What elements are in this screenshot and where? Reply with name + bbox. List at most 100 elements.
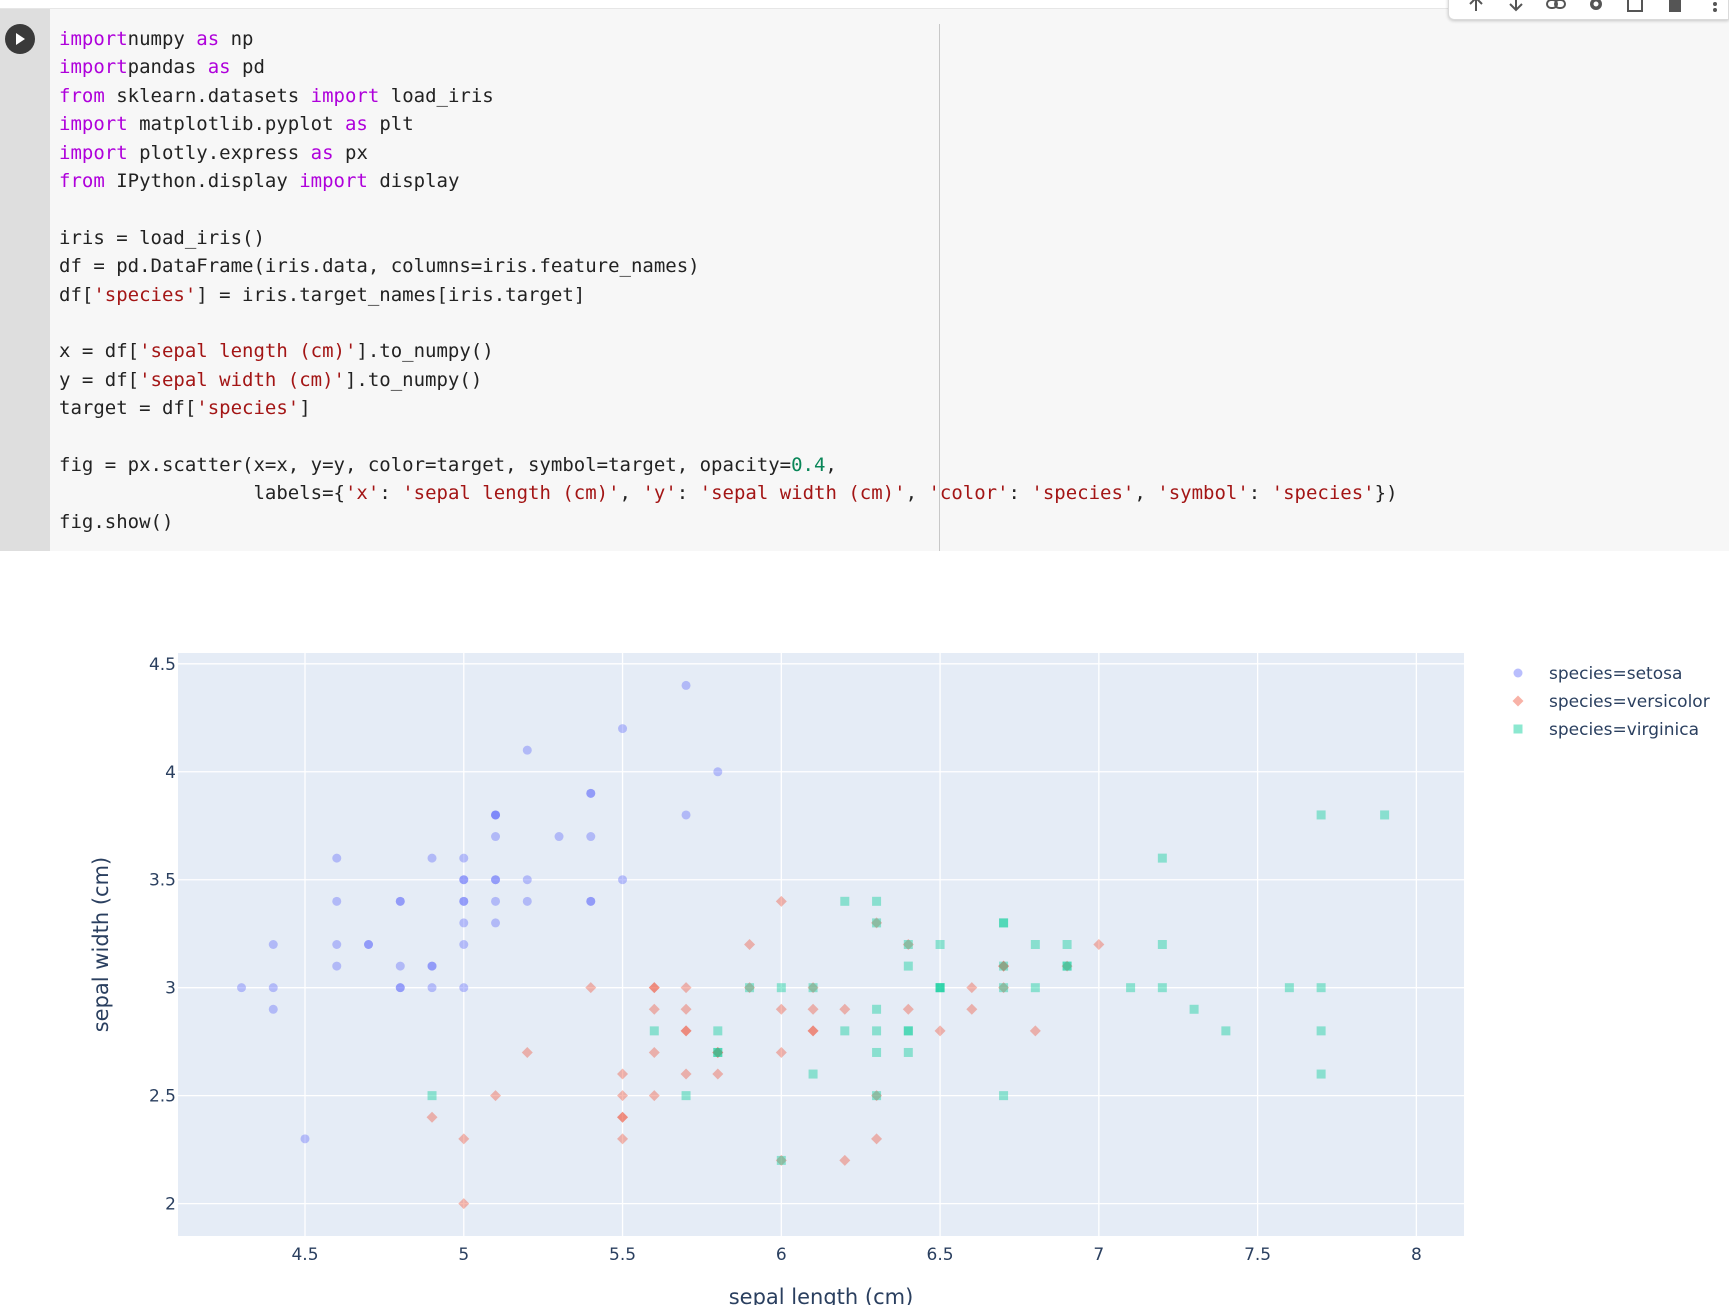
data-point[interactable]	[903, 940, 913, 949]
data-point[interactable]	[1157, 983, 1167, 993]
arrow-up-icon[interactable]	[1463, 0, 1489, 15]
data-point[interactable]	[681, 1091, 691, 1101]
data-point[interactable]	[840, 896, 850, 906]
data-point[interactable]	[1062, 961, 1072, 971]
mirror-cell-icon[interactable]	[1622, 0, 1648, 15]
data-point[interactable]	[713, 1047, 723, 1057]
trash-icon[interactable]	[1662, 0, 1688, 15]
data-point[interactable]	[522, 745, 532, 755]
data-point[interactable]	[1157, 853, 1167, 863]
data-point[interactable]	[1189, 1004, 1199, 1014]
data-point[interactable]	[1380, 810, 1390, 820]
data-point[interactable]	[872, 896, 882, 906]
data-point[interactable]	[903, 961, 913, 971]
data-point[interactable]	[491, 832, 501, 842]
gear-icon[interactable]	[1583, 0, 1609, 15]
data-point[interactable]	[395, 896, 405, 906]
data-point[interactable]	[427, 961, 437, 971]
data-point[interactable]	[1316, 1069, 1326, 1079]
data-point[interactable]	[1126, 983, 1136, 993]
data-point[interactable]	[872, 1026, 882, 1036]
link-icon[interactable]	[1543, 0, 1569, 15]
data-point[interactable]	[554, 832, 564, 842]
data-point[interactable]	[522, 896, 532, 906]
data-point[interactable]	[427, 1091, 437, 1101]
data-point[interactable]	[491, 810, 501, 820]
data-point[interactable]	[395, 961, 405, 971]
data-point[interactable]	[491, 918, 501, 928]
data-point[interactable]	[1316, 1026, 1326, 1036]
data-point[interactable]	[586, 832, 596, 842]
data-point[interactable]	[713, 1026, 723, 1036]
data-point[interactable]	[491, 896, 501, 906]
legend-item-setosa[interactable]: species=setosa	[1513, 664, 1683, 684]
data-point[interactable]	[681, 810, 691, 820]
code-cell[interactable]: importnumpy as np importpandas as pd from …	[0, 9, 1729, 551]
data-point[interactable]	[618, 724, 628, 734]
data-point[interactable]	[1062, 940, 1072, 949]
data-point[interactable]	[427, 983, 437, 993]
scatter-plot[interactable]: 4.5 5 5.5 6 6.5 7 7.5 8 2 2.5 3 3.5 4 4.5 sepal leng…	[0, 560, 1729, 1305]
data-point[interactable]	[872, 918, 882, 928]
data-point[interactable]	[586, 788, 596, 798]
data-point[interactable]	[459, 918, 469, 928]
data-point[interactable]	[332, 896, 342, 906]
data-point[interactable]	[395, 983, 405, 993]
data-point[interactable]	[1284, 983, 1294, 993]
data-point[interactable]	[681, 680, 691, 690]
data-point[interactable]	[713, 767, 723, 777]
data-point[interactable]	[745, 983, 755, 993]
data-point[interactable]	[999, 918, 1009, 928]
data-point[interactable]	[459, 983, 469, 993]
data-point[interactable]	[332, 961, 342, 971]
data-point[interactable]	[1221, 1026, 1231, 1036]
data-point[interactable]	[808, 1069, 818, 1079]
data-point[interactable]	[268, 940, 278, 949]
data-point[interactable]	[459, 940, 469, 949]
legend-marker[interactable]	[1513, 724, 1523, 734]
data-point[interactable]	[332, 853, 342, 863]
data-point[interactable]	[999, 961, 1009, 971]
data-point[interactable]	[237, 983, 247, 993]
data-point[interactable]	[522, 875, 532, 885]
data-point[interactable]	[808, 983, 818, 993]
data-point[interactable]	[300, 1134, 310, 1144]
data-point[interactable]	[872, 1091, 882, 1101]
legend[interactable]: species=setosa species=versicolor species=…	[1512, 664, 1710, 740]
data-point[interactable]	[999, 983, 1009, 993]
data-point[interactable]	[935, 983, 945, 993]
data-point[interactable]	[1316, 810, 1326, 820]
data-point[interactable]	[649, 1026, 659, 1036]
data-point[interactable]	[903, 1026, 913, 1036]
data-point[interactable]	[491, 875, 501, 885]
legend-item-virginica[interactable]: species=virginica	[1513, 720, 1700, 740]
more-icon[interactable]	[1702, 0, 1728, 15]
data-point[interactable]	[332, 940, 342, 949]
data-point[interactable]	[903, 1047, 913, 1057]
arrow-down-icon[interactable]	[1503, 0, 1529, 15]
data-point[interactable]	[459, 853, 469, 863]
data-point[interactable]	[268, 1004, 278, 1014]
data-point[interactable]	[999, 1091, 1009, 1101]
data-point[interactable]	[935, 940, 945, 949]
data-point[interactable]	[459, 896, 469, 906]
data-point[interactable]	[1157, 940, 1167, 949]
data-point[interactable]	[872, 1004, 882, 1014]
code-editor[interactable]: importnumpy as np importpandas as pd from …	[59, 25, 1398, 536]
run-cell-button[interactable]	[5, 24, 35, 54]
data-point[interactable]	[618, 875, 628, 885]
data-point[interactable]	[427, 853, 437, 863]
data-point[interactable]	[776, 983, 786, 993]
data-point[interactable]	[872, 1047, 882, 1057]
data-point[interactable]	[1316, 983, 1326, 993]
data-point[interactable]	[268, 983, 278, 993]
data-point[interactable]	[1030, 983, 1040, 993]
legend-marker[interactable]	[1512, 695, 1524, 707]
data-point[interactable]	[776, 1155, 786, 1165]
data-point[interactable]	[586, 896, 596, 906]
data-point[interactable]	[1030, 940, 1040, 949]
data-point[interactable]	[364, 940, 374, 949]
data-point[interactable]	[840, 1026, 850, 1036]
legend-marker[interactable]	[1513, 668, 1523, 678]
data-point[interactable]	[459, 875, 469, 885]
